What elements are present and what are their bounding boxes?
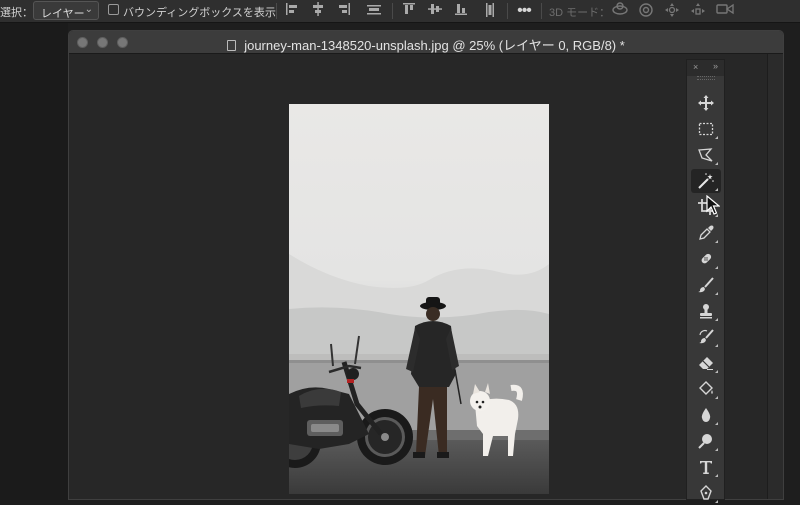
slide-3d-icon[interactable] [690, 2, 706, 20]
document-title-bar[interactable]: journey-man-1348520-unsplash.jpg @ 25% (… [69, 31, 783, 54]
vertical-scrollbar[interactable] [767, 54, 783, 499]
clone-stamp-tool[interactable] [691, 299, 721, 323]
dodge-tool[interactable] [691, 429, 721, 453]
align-center-icon[interactable] [310, 2, 326, 20]
chevron-down-icon: ⌄ [84, 4, 93, 15]
orbit-3d-icon[interactable] [611, 2, 628, 20]
move-icon [698, 95, 714, 111]
bounding-box-label: バウンディングボックスを表示 [123, 7, 276, 19]
workspace-background [0, 23, 68, 500]
brush-icon [698, 277, 714, 293]
align-bottom-icon[interactable] [453, 2, 469, 20]
drop-icon [701, 408, 711, 422]
align-left-icon[interactable] [284, 2, 300, 20]
tools-panel: × » [686, 59, 725, 503]
video-camera-3d-icon[interactable] [716, 2, 734, 20]
canvas-photo[interactable] [289, 104, 549, 494]
divider [276, 3, 277, 19]
dodge-icon [698, 434, 712, 449]
history-brush-icon [699, 329, 714, 344]
paint-bucket-tool[interactable] [691, 377, 721, 401]
options-bar: 選択： レイヤー ⌄ バウンディングボックスを表示 ••• 3D モード： [0, 0, 800, 23]
align-right-icon[interactable] [336, 2, 352, 20]
divider [392, 3, 393, 19]
tools-panel-header[interactable]: × » [687, 60, 724, 76]
close-panel-icon[interactable]: × [693, 62, 698, 72]
mode-3d-label: 3D モード： [549, 7, 611, 19]
distribute-horizontal-icon[interactable] [366, 2, 382, 20]
document-window: journey-man-1348520-unsplash.jpg @ 25% (… [68, 30, 784, 500]
polygonal-lasso-icon [698, 148, 713, 162]
layer-select-value: レイヤー [41, 8, 85, 20]
healing-brush-tool[interactable] [691, 247, 721, 271]
canvas-area[interactable] [69, 54, 769, 499]
distribute-vertical-icon[interactable] [482, 2, 498, 20]
pen-tool[interactable] [691, 481, 721, 505]
move-tool[interactable] [691, 91, 721, 115]
lasso-tool[interactable] [691, 143, 721, 167]
pen-icon [700, 485, 712, 500]
auto-select-label: 選択： [0, 7, 33, 19]
paint-bucket-icon [699, 381, 713, 395]
panel-grip-handle[interactable] [697, 76, 715, 80]
align-top-icon[interactable] [401, 2, 417, 20]
layer-select-dropdown[interactable]: レイヤー ⌄ [33, 1, 99, 20]
history-brush-tool[interactable] [691, 325, 721, 349]
bandage-icon [701, 253, 712, 264]
blur-tool[interactable] [691, 403, 721, 427]
type-icon [700, 461, 712, 474]
more-options-icon[interactable]: ••• [516, 2, 532, 20]
stamp-icon [700, 304, 712, 319]
collapse-panel-icon[interactable]: » [713, 61, 718, 71]
type-tool[interactable] [691, 455, 721, 479]
magic-wand-tool[interactable] [691, 169, 721, 193]
roll-3d-icon[interactable] [638, 2, 654, 20]
file-icon [227, 40, 237, 51]
document-title: journey-man-1348520-unsplash.jpg @ 25% (… [69, 35, 783, 54]
align-middle-icon[interactable] [427, 2, 443, 20]
divider [507, 3, 508, 19]
eraser-tool[interactable] [691, 351, 721, 375]
brush-tool[interactable] [691, 273, 721, 297]
bounding-box-checkbox[interactable] [108, 4, 119, 15]
pan-3d-icon[interactable] [664, 2, 680, 20]
marquee-icon [698, 122, 714, 136]
eraser-icon [699, 357, 713, 370]
magic-wand-icon [698, 173, 714, 189]
eyedropper-icon [699, 225, 714, 240]
eyedropper-tool[interactable] [691, 221, 721, 245]
rectangular-marquee-tool[interactable] [691, 117, 721, 141]
divider [541, 3, 542, 19]
mouse-pointer-icon [706, 195, 720, 215]
document-title-text: journey-man-1348520-unsplash.jpg @ 25% (… [244, 38, 625, 53]
